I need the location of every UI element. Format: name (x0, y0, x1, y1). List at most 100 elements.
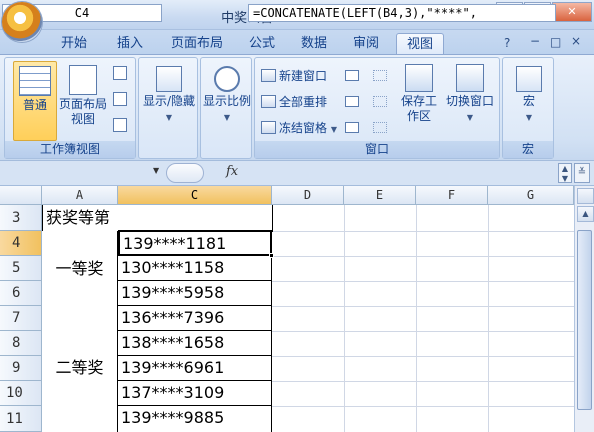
number-cell[interactable]: 137****3109 (118, 381, 272, 406)
expand-formula-bar-icon[interactable]: ≚ (574, 163, 590, 183)
save-workspace-button[interactable]: 保存工作区 (397, 62, 441, 140)
row-header-8[interactable]: 8 (0, 331, 42, 356)
prize-cell-second[interactable]: 二等奖 (42, 306, 118, 432)
number-cell[interactable]: 139****6961 (118, 356, 272, 381)
arrange-all-icon (261, 95, 276, 108)
normal-view-button[interactable]: 普通 (13, 61, 57, 141)
full-screen-icon[interactable] (113, 118, 127, 132)
ribbon: 普通 页面布局视图 工作簿视图 显示/隐藏 ▼ 显示比例 ▼ 新建窗口 全部重排 冻… (0, 54, 594, 160)
new-window-label: 新建窗口 (279, 69, 328, 83)
formula-bar (0, 160, 594, 186)
scroll-thumb[interactable] (577, 230, 592, 410)
gridline (416, 205, 417, 432)
split-icon[interactable] (345, 70, 359, 81)
freeze-panes-label: 冻结窗格 (279, 121, 328, 135)
zoom-label: 显示比例 (202, 94, 251, 108)
save-workspace-label: 保存工作区 (400, 94, 437, 123)
view-side-by-side-icon[interactable] (373, 70, 387, 81)
synchronous-scrolling-icon[interactable] (373, 96, 387, 107)
split-box-icon[interactable] (577, 188, 594, 204)
row-header-6[interactable]: 6 (0, 281, 42, 306)
row-header-7[interactable]: 7 (0, 306, 42, 331)
column-header-d[interactable]: D (272, 186, 344, 205)
vertical-scrollbar[interactable]: ▲ (574, 186, 594, 432)
close-button[interactable]: ✕ (552, 2, 592, 22)
column-header-c[interactable]: C (118, 186, 272, 205)
tab-insert[interactable]: 插入 (106, 33, 154, 54)
group-show-hide: 显示/隐藏 ▼ (138, 57, 198, 159)
group-zoom: 显示比例 ▼ (200, 57, 252, 159)
switch-windows-icon (456, 64, 484, 92)
dropdown-arrow-icon: ▼ (525, 113, 533, 122)
row-header-3[interactable]: 3 (0, 205, 42, 231)
number-cell[interactable]: 136****7396 (118, 306, 272, 331)
fill-handle[interactable] (269, 253, 274, 258)
arrange-all-button[interactable]: 全部重排 (261, 94, 327, 110)
tab-formulas[interactable]: 公式 (240, 33, 284, 54)
column-header-a[interactable]: A (42, 186, 118, 205)
worksheet-grid[interactable]: A C D E F G 3 4 5 6 7 8 9 10 11 获奖等第 一等奖… (0, 186, 574, 432)
normal-view-label: 普通 (22, 98, 47, 112)
number-cell[interactable]: 139****1181 (118, 230, 272, 256)
column-header-f[interactable]: F (416, 186, 488, 205)
tab-data[interactable]: 数据 (292, 33, 336, 54)
row-header-5[interactable]: 5 (0, 256, 42, 281)
group-label-macros: 宏 (503, 141, 553, 158)
number-cell[interactable]: 130****1158 (118, 256, 272, 281)
group-workbook-views: 普通 页面布局视图 工作簿视图 (4, 57, 136, 159)
gridline (488, 205, 489, 432)
number-cell[interactable]: 139****9885 (118, 406, 272, 432)
hide-icon[interactable] (345, 96, 359, 107)
show-hide-label: 显示/隐藏 (142, 94, 196, 108)
tab-view[interactable]: 视图 (396, 33, 444, 54)
freeze-panes-button[interactable]: 冻结窗格 ▼ (261, 120, 337, 136)
number-cell[interactable]: 139****5958 (118, 281, 272, 306)
freeze-panes-icon (261, 121, 276, 134)
group-window: 新建窗口 全部重排 冻结窗格 ▼ 保存工作区 切换窗口 ▼ 窗口 (254, 57, 500, 159)
tab-home[interactable]: 开始 (50, 33, 98, 54)
unhide-icon[interactable] (345, 122, 359, 133)
page-layout-view-button[interactable]: 页面布局视图 (57, 61, 109, 139)
switch-windows-button[interactable]: 切换窗口 ▼ (441, 62, 499, 140)
tab-review[interactable]: 审阅 (344, 33, 388, 54)
column-header-g[interactable]: G (488, 186, 574, 205)
ribbon-close-button[interactable]: × (571, 34, 581, 48)
ribbon-minimize-button[interactable]: − (530, 34, 540, 48)
ribbon-restore-button[interactable]: □ (550, 35, 561, 49)
select-all-corner[interactable] (0, 186, 42, 205)
help-icon[interactable]: ? (504, 36, 510, 50)
column-header-e[interactable]: E (344, 186, 416, 205)
row-header-4[interactable]: 4 (0, 231, 42, 256)
name-box-dropdown-icon[interactable]: ▼ (153, 166, 159, 175)
number-cell[interactable]: 138****1658 (118, 331, 272, 356)
macros-icon (516, 66, 542, 92)
row-header-11[interactable]: 11 (0, 406, 42, 432)
zoom-button[interactable]: 显示比例 ▼ (201, 62, 253, 140)
header-cell[interactable]: 获奖等第 (42, 205, 273, 232)
prize-cell-first[interactable]: 一等奖 (42, 231, 118, 307)
new-window-button[interactable]: 新建窗口 (261, 68, 327, 84)
insert-function-icon[interactable]: fx (226, 164, 238, 179)
formula-scroll-icon[interactable]: ▲ ▼ (558, 163, 572, 183)
page-layout-icon (69, 65, 97, 95)
formula-input[interactable]: =CONCATENATE(LEFT(B4,3),"****", (248, 4, 556, 22)
reset-window-position-icon[interactable] (373, 122, 387, 133)
custom-views-icon[interactable] (113, 92, 127, 106)
macros-label: 宏 (522, 94, 535, 108)
magnifier-icon (214, 66, 240, 92)
office-button[interactable] (2, 2, 42, 42)
save-workspace-icon (405, 64, 433, 92)
dropdown-arrow-icon: ▼ (330, 125, 337, 134)
row-header-10[interactable]: 10 (0, 381, 42, 406)
scroll-up-icon[interactable]: ▲ (577, 206, 594, 222)
page-layout-view-label: 页面布局视图 (58, 97, 107, 126)
normal-view-icon (19, 66, 51, 96)
gridline (344, 205, 345, 432)
row-header-9[interactable]: 9 (0, 356, 42, 381)
group-macros: 宏 ▼ 宏 (502, 57, 554, 159)
tab-page-layout[interactable]: 页面布局 (162, 33, 232, 54)
dropdown-arrow-icon: ▼ (466, 113, 474, 122)
macros-button[interactable]: 宏 ▼ (507, 62, 551, 140)
show-hide-button[interactable]: 显示/隐藏 ▼ (141, 62, 197, 140)
page-break-preview-icon[interactable] (113, 66, 127, 80)
